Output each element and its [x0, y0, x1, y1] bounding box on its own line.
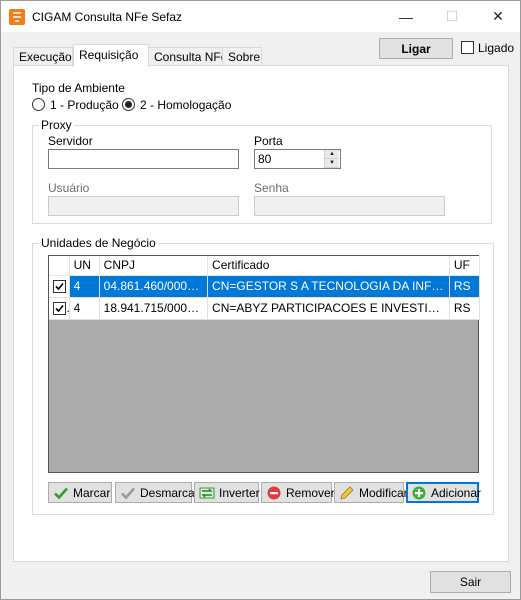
exit-button[interactable]: Sair	[430, 571, 511, 593]
swap-arrows-icon	[199, 485, 215, 501]
pencil-icon	[339, 485, 355, 501]
grid-header-row: UN CNPJ Certificado UF	[49, 256, 481, 276]
business-units-grid[interactable]: UN CNPJ Certificado UF 4 04.861.460/0001…	[48, 255, 481, 473]
spin-up-icon[interactable]: ▲	[325, 150, 339, 159]
tab-requisicao[interactable]: Requisição	[73, 44, 149, 67]
port-label: Porta	[254, 134, 283, 148]
server-label: Servidor	[48, 134, 93, 148]
minimize-icon: —	[399, 8, 413, 25]
row-uf: RS	[449, 297, 481, 320]
port-stepper[interactable]: 80 ▲ ▼	[254, 149, 341, 169]
server-input[interactable]	[48, 149, 239, 169]
remove-icon	[266, 485, 282, 501]
tab-sobre-label: Sobre	[228, 50, 261, 64]
user-input	[48, 196, 239, 216]
radio-homologacao-label: 2 - Homologação	[140, 98, 232, 112]
row-un: 4	[69, 275, 100, 298]
tab-consulta-nfe[interactable]: Consulta NFe	[148, 47, 227, 66]
add-icon	[411, 485, 427, 501]
row-certificate: CN=GESTOR S A TECNOLOGIA DA INFORMA...	[207, 275, 450, 298]
maximize-icon: ☐	[445, 8, 459, 24]
modify-button[interactable]: Modificar	[334, 482, 408, 503]
grid-header-uf[interactable]: UF	[449, 256, 481, 276]
close-window-button[interactable]: ✕	[475, 1, 521, 32]
remove-button[interactable]: Remover	[261, 482, 335, 503]
invert-button-label: Inverter	[219, 485, 260, 500]
radio-producao-label: 1 - Produção	[50, 98, 119, 112]
tab-sobre[interactable]: Sobre	[222, 47, 262, 66]
connect-button-label: Ligar	[401, 41, 431, 56]
tab-consulta-nfe-label: Consulta NFe	[154, 50, 228, 64]
add-button[interactable]: Adicionar	[406, 482, 482, 503]
environment-label: Tipo de Ambiente	[32, 81, 125, 95]
row-cnpj: 04.861.460/0001-65	[99, 275, 209, 298]
row-un: 4	[69, 297, 100, 320]
row-checkbox[interactable]	[53, 302, 66, 316]
table-row[interactable]: 4 04.861.460/0001-65 CN=GESTOR S A TECNO…	[49, 275, 481, 298]
main-window: CIGAM Consulta NFe Sefaz — ☐ ✕ Ligar Lig…	[0, 0, 521, 600]
invert-button[interactable]: Inverter	[194, 482, 260, 503]
radio-homologacao[interactable]	[122, 98, 135, 111]
minimize-button[interactable]: —	[383, 1, 429, 32]
remove-button-label: Remover	[286, 485, 335, 500]
connected-checkbox[interactable]	[461, 41, 474, 54]
port-value: 80	[258, 152, 272, 166]
grid-header-un[interactable]: UN	[69, 256, 100, 276]
radio-producao[interactable]	[32, 98, 45, 111]
mark-button-label: Marcar	[73, 485, 111, 500]
tab-execucao-label: Execução	[19, 50, 72, 64]
spin-down-icon[interactable]: ▼	[325, 159, 339, 168]
table-row[interactable]: 4 18.941.715/0001-04 CN=ABYZ PARTICIPACO…	[49, 297, 481, 320]
unmark-button[interactable]: Desmarcar	[115, 482, 199, 503]
row-uf: RS	[449, 275, 481, 298]
row-checkbox-cell[interactable]	[49, 275, 70, 298]
title-bar: CIGAM Consulta NFe Sefaz — ☐ ✕	[1, 1, 520, 32]
row-checkbox[interactable]	[53, 280, 66, 294]
close-icon: ✕	[492, 8, 504, 24]
business-units-title: Unidades de Negócio	[39, 236, 158, 250]
connect-button[interactable]: Ligar	[379, 38, 453, 59]
modify-button-label: Modificar	[359, 485, 408, 500]
password-label: Senha	[254, 181, 289, 195]
unmark-button-label: Desmarcar	[140, 485, 199, 500]
exit-button-label: Sair	[459, 575, 482, 589]
add-button-label: Adicionar	[431, 485, 482, 500]
grid-header-cnpj[interactable]: CNPJ	[99, 256, 209, 276]
port-spin-buttons[interactable]: ▲ ▼	[324, 150, 339, 168]
password-input	[254, 196, 445, 216]
user-label: Usuário	[48, 181, 90, 195]
proxy-group-title: Proxy	[39, 118, 74, 132]
window-title: CIGAM Consulta NFe Sefaz	[32, 10, 183, 24]
row-certificate: CN=ABYZ PARTICIPACOES E INVESTIMENTO...	[207, 297, 450, 320]
tab-execucao[interactable]: Execução	[13, 47, 73, 66]
connected-label: Ligado	[478, 41, 515, 55]
maximize-button: ☐	[429, 1, 475, 32]
mark-button[interactable]: Marcar	[48, 482, 112, 503]
check-gray-icon	[120, 485, 136, 501]
check-green-icon	[53, 485, 69, 501]
tab-requisicao-label: Requisição	[79, 48, 139, 62]
grid-header-certificate[interactable]: Certificado	[207, 256, 450, 276]
grid-header-check[interactable]	[49, 256, 70, 276]
app-logo-icon	[9, 9, 25, 25]
row-cnpj: 18.941.715/0001-04	[99, 297, 209, 320]
row-checkbox-cell[interactable]	[49, 297, 70, 320]
